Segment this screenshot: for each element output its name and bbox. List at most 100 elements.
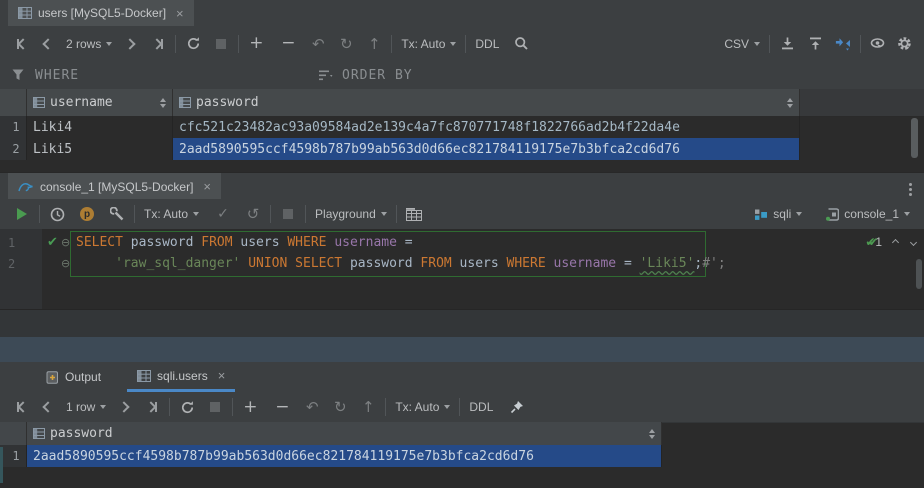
sql-line-2[interactable]: 'raw_sql_danger' UNION SELECT password F… (76, 254, 726, 274)
cell-password[interactable]: cfc521c23482ac93a09584ad2e139c4a7fc87077… (173, 116, 800, 138)
run-button[interactable] (14, 202, 30, 226)
parameters-button[interactable]: p (79, 202, 95, 226)
revert-button[interactable]: ↶ (310, 32, 326, 56)
column-header-password[interactable]: password (173, 89, 800, 116)
submit-button[interactable]: ↻ (338, 32, 354, 56)
close-icon[interactable]: × (203, 180, 211, 193)
last-page-button[interactable] (144, 395, 160, 419)
fold-icon[interactable]: ⊖ (61, 254, 70, 274)
order-by-field[interactable]: ORDER BY (342, 68, 413, 83)
filter-funnel-icon (12, 69, 25, 81)
row-number: 2 (0, 138, 27, 160)
column-label: password (50, 426, 113, 441)
delete-row-button[interactable]: − (274, 395, 290, 419)
vertical-scrollbar[interactable] (911, 118, 918, 158)
tabbar-spacer (0, 362, 36, 392)
tx-mode-dropdown[interactable]: Tx: Auto (401, 37, 456, 51)
add-row-button[interactable]: + (248, 32, 264, 56)
sql-line-1[interactable]: SELECT password FROM users WHERE usernam… (76, 233, 413, 253)
export-format-dropdown[interactable]: CSV (724, 37, 760, 51)
history-button[interactable] (49, 202, 65, 226)
ddl-button[interactable]: DDL (475, 37, 499, 51)
close-icon[interactable]: × (218, 369, 226, 382)
column-label: username (50, 95, 113, 110)
delete-row-button[interactable]: − (280, 32, 296, 56)
prev-page-button[interactable] (40, 395, 56, 419)
view-options-button[interactable] (870, 32, 887, 56)
table-row[interactable]: 1 2aad5890595ccf4598b787b99ab563d0d66ec8… (0, 445, 662, 467)
page-size-dropdown[interactable]: 1 row (66, 400, 106, 414)
inspection-widget[interactable]: ✔✔ 1 (865, 235, 916, 249)
chevron-left-icon (17, 38, 28, 49)
search-button[interactable] (513, 32, 529, 56)
output-layout-button[interactable] (406, 202, 422, 226)
commit-button[interactable]: ✓ (215, 202, 231, 226)
next-page-button[interactable] (116, 395, 132, 419)
close-icon[interactable]: × (176, 7, 184, 20)
tx-mode-dropdown[interactable]: Tx: Auto (395, 400, 450, 414)
tab-output[interactable]: Output (36, 362, 111, 392)
cell-username[interactable]: Liki4 (27, 116, 173, 138)
editor-scrollbar[interactable] (916, 259, 922, 289)
sql-editor[interactable]: 1 2 ✔ ⊖ ⊖ SELECT password FROM users WHE… (0, 229, 924, 309)
tab-users-grid[interactable]: users [MySQL5-Docker] × (8, 0, 194, 26)
refresh-button[interactable] (185, 32, 201, 56)
cell-password-selected[interactable]: 2aad5890595ccf4598b787b99ab563d0d66ec821… (173, 138, 800, 160)
configure-button[interactable] (109, 202, 125, 226)
session-dropdown[interactable]: console_1 (824, 207, 910, 221)
stop-button[interactable] (207, 395, 223, 419)
rollback-button[interactable]: ↺ (245, 202, 261, 226)
panel-splitter[interactable] (0, 337, 924, 362)
where-filter-field[interactable]: WHERE (35, 68, 79, 83)
tab-result-grid[interactable]: sqli.users × (127, 362, 235, 392)
export-download-button[interactable] (779, 32, 795, 56)
column-header-username[interactable]: username (27, 89, 173, 116)
tx-mode-dropdown[interactable]: Tx: Auto (144, 207, 199, 221)
sort-icon[interactable] (787, 98, 793, 108)
refresh-button[interactable] (179, 395, 195, 419)
first-page-button[interactable] (14, 32, 30, 56)
tab-label: users [MySQL5-Docker] (38, 6, 166, 20)
sort-icon[interactable] (160, 98, 166, 108)
filter-button[interactable] (10, 63, 26, 87)
import-upload-button[interactable] (807, 32, 823, 56)
last-page-button[interactable] (150, 32, 166, 56)
fold-icon[interactable]: ⊖ (61, 233, 70, 253)
page-size-dropdown[interactable]: 2 rows (66, 37, 112, 51)
chevron-up-icon[interactable] (892, 238, 899, 245)
stop-button[interactable] (280, 202, 296, 226)
commit-up-button[interactable]: ↑ (360, 395, 376, 419)
pin-icon (510, 400, 524, 414)
chevron-down-icon[interactable] (910, 238, 917, 245)
cell-username[interactable]: Liki5 (27, 138, 173, 160)
revert-button[interactable]: ↶ (304, 395, 320, 419)
prev-page-button[interactable] (40, 32, 56, 56)
schema-dropdown[interactable]: sqli (754, 207, 802, 221)
commit-up-button[interactable]: ↑ (366, 32, 382, 56)
row-number: 1 (0, 116, 27, 138)
compare-button[interactable] (835, 32, 851, 56)
results-tabbar: Output sqli.users × (0, 362, 924, 393)
submit-button[interactable]: ↻ (332, 395, 348, 419)
pin-tab-button[interactable] (509, 395, 525, 419)
tab-console[interactable]: console_1 [MySQL5-Docker] × (8, 173, 221, 200)
column-header-password[interactable]: password (27, 422, 662, 445)
stop-button[interactable] (213, 32, 229, 56)
next-page-button[interactable] (122, 32, 138, 56)
order-by-button[interactable] (318, 63, 334, 87)
chevron-down-icon (904, 212, 910, 216)
ddl-button[interactable]: DDL (469, 400, 493, 414)
table-row[interactable]: 2 Liki5 2aad5890595ccf4598b787b99ab563d0… (0, 138, 800, 160)
add-row-button[interactable]: + (242, 395, 258, 419)
table-icon (137, 370, 151, 382)
separator (459, 398, 460, 416)
gear-icon (897, 36, 914, 52)
playground-dropdown[interactable]: Playground (315, 207, 387, 221)
cell-password-selected[interactable]: 2aad5890595ccf4598b787b99ab563d0d66ec821… (27, 445, 662, 467)
settings-button[interactable] (897, 32, 914, 56)
kebab-menu[interactable] (909, 180, 912, 194)
first-page-button[interactable] (14, 395, 30, 419)
sort-icon[interactable] (649, 429, 655, 439)
separator (169, 398, 170, 416)
table-row[interactable]: 1 Liki4 cfc521c23482ac93a09584ad2e139c4a… (0, 116, 800, 138)
